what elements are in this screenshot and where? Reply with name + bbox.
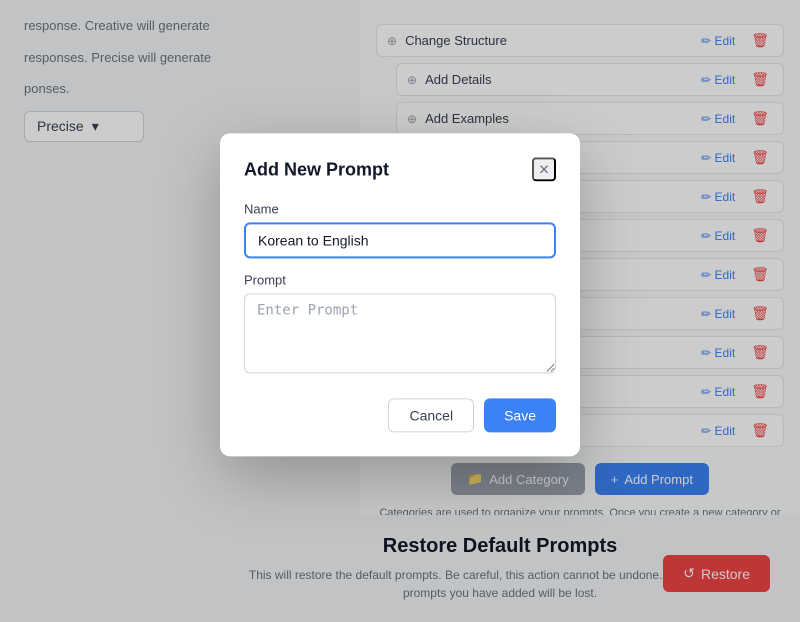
prompt-label: Prompt bbox=[244, 272, 556, 287]
prompt-textarea[interactable] bbox=[244, 293, 556, 373]
cancel-button[interactable]: Cancel bbox=[388, 398, 474, 432]
save-button[interactable]: Save bbox=[484, 398, 556, 432]
modal-footer: Cancel Save bbox=[244, 398, 556, 432]
modal-close-button[interactable]: × bbox=[532, 157, 556, 181]
modal-header: Add New Prompt × bbox=[244, 157, 556, 181]
name-label: Name bbox=[244, 201, 556, 216]
name-input[interactable] bbox=[244, 222, 556, 258]
add-new-prompt-modal: Add New Prompt × Name Prompt Cancel Save bbox=[220, 133, 580, 456]
modal-title: Add New Prompt bbox=[244, 159, 389, 180]
